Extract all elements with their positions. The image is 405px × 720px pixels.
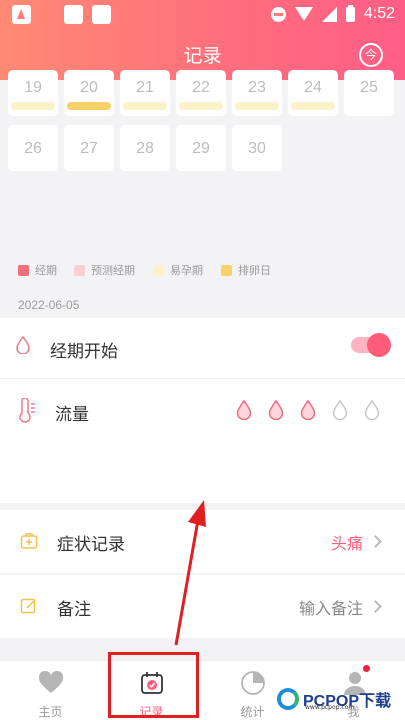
legend-label: 易孕期 bbox=[170, 264, 203, 277]
calendar-day[interactable]: 29 bbox=[176, 125, 226, 171]
drop-filled-icon[interactable] bbox=[300, 400, 316, 420]
notes-row[interactable]: 备注 输入备注 bbox=[0, 575, 405, 638]
heart-icon bbox=[38, 671, 64, 693]
app-notification-icon bbox=[64, 5, 83, 24]
fertile-bar bbox=[235, 102, 279, 110]
status-time: 4:52 bbox=[363, 5, 395, 22]
calendar-day-number: 23 bbox=[248, 79, 266, 96]
drop-icon bbox=[16, 336, 30, 354]
legend-label: 排卵日 bbox=[238, 264, 271, 277]
do-not-disturb-icon bbox=[270, 6, 286, 22]
calendar-day[interactable]: 28 bbox=[120, 125, 170, 171]
legend-swatch bbox=[153, 264, 164, 276]
medical-kit-icon bbox=[20, 533, 38, 549]
app-notification-icon bbox=[12, 5, 31, 24]
page-title: 记录 bbox=[183, 46, 222, 67]
fertile-bar bbox=[11, 102, 55, 110]
calendar-day-number: 24 bbox=[304, 79, 322, 96]
chart-icon bbox=[241, 671, 265, 695]
chevron-right-icon bbox=[369, 600, 382, 613]
flow-label: 流量 bbox=[55, 405, 89, 425]
thermometer-icon bbox=[19, 398, 35, 423]
calendar-day-number: 30 bbox=[248, 140, 266, 157]
calendar-day-number: 26 bbox=[24, 140, 42, 157]
legend-swatch bbox=[18, 264, 29, 276]
symptoms-label: 症状记录 bbox=[57, 535, 125, 555]
wifi-icon bbox=[294, 7, 313, 21]
app-notification-icon bbox=[92, 5, 111, 24]
status-bar: 4:52 bbox=[0, 0, 405, 28]
notification-dot bbox=[363, 665, 370, 672]
watermark-sub: www.pcpop.com bbox=[305, 704, 355, 711]
fertile-bar bbox=[123, 102, 167, 110]
legend-swatch bbox=[221, 264, 232, 276]
chevron-right-icon bbox=[369, 535, 382, 548]
calendar-day-number: 25 bbox=[360, 79, 378, 96]
calendar-day[interactable]: 19 bbox=[8, 70, 58, 116]
selected-date: 2022-06-05 bbox=[18, 298, 80, 312]
calendar-day-number: 19 bbox=[24, 79, 42, 96]
fertile-bar bbox=[291, 102, 335, 110]
legend-item: 经期 bbox=[18, 262, 57, 278]
calendar-day[interactable]: 27 bbox=[64, 125, 114, 171]
tab-label: 主页 bbox=[38, 705, 63, 719]
fertile-bar bbox=[179, 102, 223, 110]
flow-level-selector[interactable] bbox=[236, 400, 386, 422]
calendar-day[interactable]: 24 bbox=[288, 70, 338, 116]
calendar-day[interactable]: 22 bbox=[176, 70, 226, 116]
drop-empty-icon[interactable] bbox=[332, 400, 348, 420]
signal-icon bbox=[321, 6, 337, 22]
watermark-logo: PCPOP下载 www.pcpop.com bbox=[277, 683, 391, 715]
drop-empty-icon[interactable] bbox=[364, 400, 380, 420]
calendar-day[interactable]: 23 bbox=[232, 70, 282, 116]
pcpop-logo-icon bbox=[277, 688, 299, 710]
calendar-legend: 经期 预测经期 易孕期 排卵日 bbox=[0, 245, 405, 290]
drop-filled-icon[interactable] bbox=[268, 400, 284, 420]
period-start-toggle[interactable] bbox=[351, 333, 391, 357]
calendar-day-number: 27 bbox=[80, 140, 98, 157]
calendar-day[interactable]: 20 bbox=[64, 70, 114, 116]
calendar-day-number: 29 bbox=[192, 140, 210, 157]
calendar-day[interactable]: 26 bbox=[8, 125, 58, 171]
drop-filled-icon[interactable] bbox=[236, 400, 252, 420]
legend-label: 经期 bbox=[35, 264, 57, 277]
ovulation-bar bbox=[67, 102, 111, 110]
edit-icon bbox=[20, 598, 36, 614]
calendar-day[interactable]: 21 bbox=[120, 70, 170, 116]
divider bbox=[0, 378, 405, 379]
legend-item: 排卵日 bbox=[221, 262, 271, 278]
calendar-day[interactable]: 30 bbox=[232, 125, 282, 171]
calendar-day-number: 21 bbox=[136, 79, 154, 96]
legend-label: 预测经期 bbox=[91, 264, 135, 277]
legend-item: 易孕期 bbox=[153, 262, 203, 278]
period-start-label: 经期开始 bbox=[50, 342, 118, 362]
tab-home[interactable]: 主页 bbox=[0, 661, 101, 720]
annotation-highlight-box bbox=[108, 652, 199, 718]
symptoms-row[interactable]: 症状记录 头痛 bbox=[0, 510, 405, 573]
legend-swatch bbox=[74, 264, 85, 276]
legend-item: 预测经期 bbox=[74, 262, 135, 278]
calendar-day-number: 28 bbox=[136, 140, 154, 157]
calendar-grid: 19 20 21 22 23 24 25 26 27 28 29 30 bbox=[0, 70, 405, 240]
calendar-day[interactable]: 25 bbox=[344, 70, 394, 116]
battery-icon bbox=[345, 4, 355, 22]
notes-placeholder[interactable]: 输入备注 bbox=[299, 595, 363, 619]
calendar-day-number: 20 bbox=[80, 79, 98, 96]
symptoms-value: 头痛 bbox=[330, 534, 363, 553]
calendar-day-number: 22 bbox=[192, 79, 210, 96]
header-bar: 4:52 记录 今 bbox=[0, 0, 405, 80]
share-icon[interactable]: 今 bbox=[359, 43, 383, 67]
notes-label: 备注 bbox=[57, 600, 91, 620]
